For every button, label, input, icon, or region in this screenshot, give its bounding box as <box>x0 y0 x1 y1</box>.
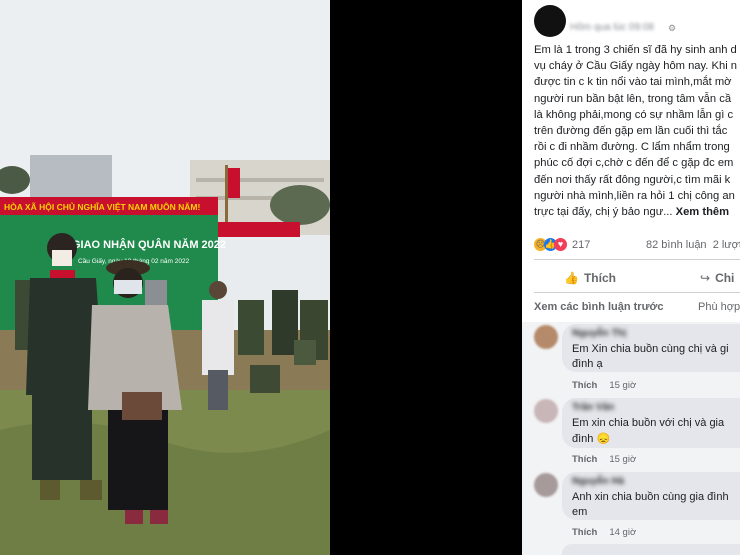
comments-count[interactable]: 82 bình luận <box>646 239 707 251</box>
post-line: người run bần bật lên, trong tâm vẫn cầ <box>534 92 732 105</box>
comment-time: 15 giờ <box>609 454 637 465</box>
like-label: Thích <box>583 271 616 285</box>
comment-line: Anh xin chia buồn cùng gia đình <box>572 491 729 503</box>
reaction-summary[interactable]: ☹👍 ♥ 217 <box>534 238 590 251</box>
post-line: vụ cháy ở Cầu Giấy ngày hôm nay. Khi n <box>534 60 738 73</box>
divider-line <box>534 292 740 293</box>
see-more-link[interactable]: Xem thêm <box>676 206 729 218</box>
comment-actions: Thích 14 giờ <box>572 527 636 538</box>
post-line: người nhà mình,liền ra hỏi 1 chị công an <box>534 189 735 202</box>
news-photo: HÒA XÃ HỘI CHỦ NGHĨA VIỆT NAM MUÔN NĂM! … <box>0 0 330 555</box>
comment-bubble: Nguyễn Hà Anh xin chia buồn cùng gia đìn… <box>562 472 740 520</box>
thumbs-up-icon: 👍 <box>564 271 579 285</box>
commenter-name[interactable]: Nguyễn Thị <box>572 328 626 339</box>
shares-count[interactable]: 2 lượt <box>713 239 740 251</box>
share-arrow-icon: ↪ <box>700 271 711 285</box>
post-line: đến nơi thấy rất đông người,c tìm mãi k <box>534 173 731 186</box>
post-text: Em là 1 trong 3 chiến sĩ đã hy sinh anh … <box>534 42 740 220</box>
commenter-avatar[interactable] <box>534 473 558 497</box>
comment-bubble: Nguyễn Thị Em Xin chia buồn cùng chị và … <box>562 324 740 372</box>
comment-actions: Thích 15 giờ <box>572 380 636 391</box>
board-title: GIAO NHẬN QUÂN NĂM 2022 <box>72 238 226 251</box>
post-line: phúc cố đợi c,chờ c đến để c gặp đc em <box>534 157 734 170</box>
comment-item: Nguyễn Thị Em Xin chia buồn cùng chị và … <box>522 322 740 394</box>
author-avatar[interactable] <box>534 5 566 37</box>
comment-like-button[interactable]: Thích <box>572 527 597 538</box>
globe-icon: ⚙ <box>668 23 677 33</box>
post-line: trực tại đấy, chị ý bảo ngư... <box>534 206 673 219</box>
share-button[interactable]: ↪ Chi <box>700 271 734 285</box>
comment-time: 14 giờ <box>609 527 637 538</box>
comment-actions: Thích 15 giờ <box>572 454 636 465</box>
comment-time: 15 giờ <box>609 380 637 391</box>
black-divider <box>330 0 522 555</box>
post-line: Em là 1 trong 3 chiến sĩ đã hy sinh anh … <box>534 44 737 56</box>
post-card: Hôm qua lúc 09:08 ⚙ Em là 1 trong 3 chiế… <box>522 0 740 322</box>
reaction-count: 217 <box>572 238 591 251</box>
comment-item: Trần Văn Em xin chia buồn với chị và gia… <box>522 396 740 468</box>
comment-bubble: Trần Văn Em xin chia buồn với chị và gia… <box>562 398 740 448</box>
post-line: được tin c k tin nổi vào tai mình,mắt mờ <box>534 76 732 89</box>
comment-line: đình ạ <box>572 358 603 370</box>
comment-line: Em Xin chia buồn cùng chị và gi <box>572 343 729 355</box>
post-timestamp[interactable]: Hôm qua lúc 09:08 <box>570 22 654 33</box>
love-reaction-icon: ♥ <box>554 238 567 251</box>
facebook-post-panel: Hôm qua lúc 09:08 ⚙ Em là 1 trong 3 chiế… <box>522 0 740 555</box>
divider-line <box>534 259 740 260</box>
comment-item <box>522 544 740 555</box>
commenter-name[interactable]: Trần Văn <box>572 402 614 413</box>
share-label: Chi <box>715 271 735 285</box>
commenter-avatar[interactable] <box>534 325 558 349</box>
relevance-filter[interactable]: Phù hợp <box>698 301 740 313</box>
previous-comments-link[interactable]: Xem các bình luận trước <box>534 301 664 313</box>
comment-item: Nguyễn Hà Anh xin chia buồn cùng gia đìn… <box>522 470 740 542</box>
photo-scene: HÒA XÃ HỘI CHỦ NGHĨA VIỆT NAM MUÔN NĂM! … <box>0 0 330 555</box>
comment-like-button[interactable]: Thích <box>572 380 597 391</box>
commenter-name[interactable]: Nguyễn Hà <box>572 476 624 487</box>
comment-line: Em xin chia buồn với chị và gia <box>572 417 725 429</box>
post-stats: 82 bình luận 2 lượt <box>646 239 740 251</box>
banner-text: HÒA XÃ HỘI CHỦ NGHĨA VIỆT NAM MUÔN NĂM! <box>4 201 200 212</box>
comment-like-button[interactable]: Thích <box>572 454 597 465</box>
comment-line: đình 😞 <box>572 433 611 445</box>
comment-bubble <box>562 544 740 555</box>
post-line: trên đường đến gặp em lần cuối thì tắc <box>534 125 728 138</box>
commenter-avatar[interactable] <box>534 399 558 423</box>
like-button[interactable]: 👍 Thích <box>564 271 616 285</box>
post-line: là không phải,mong có sự nhầm lẫn gì c <box>534 108 734 121</box>
post-line-last: trực tại đấy, chị ý bảo ngư... Xem thêm <box>534 204 740 220</box>
comment-line: em <box>572 506 588 518</box>
post-line: rồi c đi nhầm đường. C lẩm nhẩm trong <box>534 141 730 154</box>
